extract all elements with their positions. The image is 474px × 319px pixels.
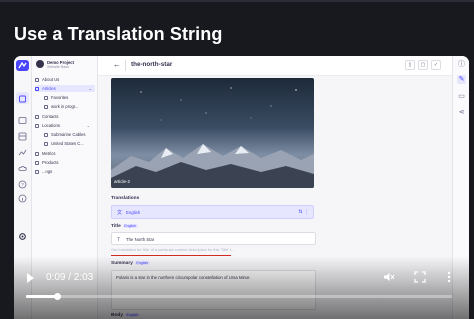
nav-item-label: Products [42,160,59,165]
comment-icon[interactable]: ▭ [457,92,466,101]
cloud-icon[interactable] [18,160,27,171]
nav-item-articles[interactable]: Articles ⌄ [35,85,95,92]
share-icon[interactable]: ⋖ [457,108,466,117]
history-icon[interactable]: ▯ [405,60,415,70]
nav-item-label: Contacts [42,114,59,119]
nav-item-label: work in progr... [51,104,79,109]
info-icon[interactable]: ⓘ [457,60,466,69]
document-header: ← the-north-star ▯ ▢ ✓ [98,56,452,76]
back-arrow-icon[interactable]: ← [113,60,121,69]
settings-icon[interactable] [18,228,27,240]
chevron-down-icon[interactable]: ⌄ [87,122,90,129]
folder-icon [35,123,39,128]
nav-item-label: ...ngs [42,169,53,174]
nav-item-united-states[interactable]: United States C... [44,140,84,147]
folder-icon [35,86,39,91]
nav-item-label: About Us [42,77,60,82]
page-icon [44,104,48,109]
project-avatar [36,60,44,68]
page-icon [44,132,48,137]
page-icon [44,95,48,100]
page-icon [35,160,39,165]
page-icon [35,151,39,156]
info-icon[interactable] [18,190,27,203]
fullscreen-icon[interactable] [414,271,426,283]
title-input-value: The North Star [126,237,155,242]
more-options-icon[interactable] [443,271,455,283]
chat-icon[interactable]: ✎ [457,75,466,84]
translations-select[interactable]: 文 English ⇅ ⋮ [111,205,314,219]
nav-item-label: United States C... [51,141,84,146]
nav-item-settings-partial[interactable]: ...ngs [35,168,52,175]
translations-label: Translations [111,196,140,201]
article-image[interactable]: article-2 [111,78,314,188]
nav-item-products[interactable]: Products [35,159,59,166]
title-label: Title English [111,224,138,229]
translations-value: English [126,210,141,215]
nav-item-favorites[interactable]: Favorites [44,94,68,101]
document-title: the-north-star [131,61,173,68]
nav-item-metrics[interactable]: Metrics [35,150,56,157]
video-time: 0:09 / 2:03 [46,272,94,283]
nav-item-work-in-progress[interactable]: work in progr... [44,103,78,110]
page-icon [44,141,48,146]
video-progress-fill [26,295,58,298]
nav-item-label: Metrics [42,151,56,156]
page-icon [35,169,39,174]
logo-icon[interactable] [16,60,29,71]
nav-item-contacts[interactable]: Contacts [35,113,59,120]
layout-icon[interactable] [18,128,27,141]
top-divider [0,0,474,2]
nav-item-label: Articles [42,86,56,91]
video-controls-shade [14,256,469,319]
help-icon[interactable]: ? [18,176,27,189]
play-icon[interactable] [27,273,34,283]
page-icon [35,77,39,82]
media-icon[interactable] [18,112,27,124]
translate-icon: 文 [117,210,123,216]
title-field-hint: Our translation for 'title' of a particu… [111,248,235,252]
chevron-down-icon[interactable]: ⌄ [89,85,92,92]
nav-item-label: Locations [42,123,60,128]
delete-icon[interactable]: ▢ [418,60,428,70]
nav-item-submarine-cables[interactable]: Submarine Cables [44,131,85,138]
svg-text:?: ? [21,182,24,187]
check-icon[interactable]: ✓ [431,60,441,70]
nav-item-about-us[interactable]: About Us [35,76,93,83]
translations-actions-icon[interactable]: ⇅ ⋮ [298,209,309,215]
mute-icon[interactable] [383,271,395,283]
header-divider [125,60,126,71]
locale-badge: English [122,224,138,228]
title-label-text: Title [111,224,121,229]
image-caption: article-2 [114,179,131,184]
mountain-photo-art [111,87,314,188]
nav-item-label: Favorites [51,95,69,100]
content-manager-icon[interactable] [16,92,29,104]
video-progress-bar[interactable] [26,293,452,300]
page-headline: Use a Translation String [14,24,223,44]
nav-item-label: Submarine Cables [51,132,86,137]
text-type-icon: T [117,237,121,243]
chart-icon[interactable] [18,144,27,156]
title-input[interactable]: T The North Star [111,232,316,245]
page-icon [35,114,39,119]
nav-item-locations[interactable]: Locations ⌄ [35,122,93,129]
project-subtitle: Website Base [47,65,70,69]
